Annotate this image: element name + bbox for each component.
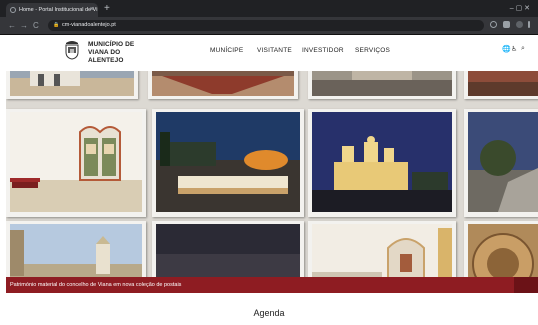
- nav-investidor[interactable]: INVESTIDOR: [302, 47, 344, 54]
- back-icon[interactable]: ←: [8, 17, 16, 34]
- postcard-image: [6, 71, 138, 99]
- more-menu-icon[interactable]: [528, 21, 530, 28]
- agenda-heading: Agenda: [253, 308, 285, 318]
- nav-municipe[interactable]: MUNÍCIPE: [210, 47, 243, 54]
- caption-bar-end: [514, 277, 538, 293]
- browser-address-bar: ← → C 🔒 cm-vianadoalentejo.pt: [0, 17, 538, 35]
- tab-close-icon[interactable]: ×: [90, 3, 94, 17]
- brand-line: ALENTEJO: [88, 57, 124, 64]
- caption-text[interactable]: Património material do concelho de Viana…: [10, 277, 181, 293]
- new-tab-button[interactable]: +: [104, 2, 110, 16]
- reload-icon[interactable]: C: [33, 17, 39, 34]
- postcard-image: [152, 109, 304, 217]
- brand-line: MUNICÍPIO DE: [88, 41, 135, 48]
- profile-avatar-icon[interactable]: [516, 21, 523, 28]
- site-header: MUNICÍPIO DE VIANA DO ALENTEJO MUNÍCIPE …: [0, 35, 538, 71]
- url-text: cm-vianadoalentejo.pt: [62, 22, 116, 28]
- lock-icon: 🔒: [53, 22, 60, 28]
- extension-icon[interactable]: [503, 21, 510, 28]
- postcard-image: [148, 71, 298, 99]
- star-icon[interactable]: [490, 21, 497, 28]
- nav-visitante[interactable]: VISITANTE: [257, 47, 292, 54]
- tab-title: Home - Portal Institucional de Vi: [19, 7, 98, 13]
- url-field[interactable]: 🔒 cm-vianadoalentejo.pt: [48, 20, 484, 31]
- postcard-image: [308, 71, 456, 99]
- postcard-image: [464, 109, 538, 217]
- brand-line: VIANA DO: [88, 49, 121, 56]
- accessibility-icon[interactable]: ♿: [511, 45, 517, 53]
- window-controls[interactable]: – ▢ ✕: [510, 2, 530, 16]
- globe-icon[interactable]: 🌐: [502, 45, 511, 53]
- postcard-image: [308, 109, 456, 217]
- browser-tab-bar: Home - Portal Institucional de Vi × + – …: [0, 0, 538, 17]
- search-icon[interactable]: ⌕: [521, 45, 525, 53]
- browser-tab[interactable]: Home - Portal Institucional de Vi ×: [6, 3, 98, 17]
- hero-banner[interactable]: [6, 71, 538, 293]
- forward-icon[interactable]: →: [20, 17, 28, 34]
- postcard-image: [6, 109, 146, 217]
- nav-servicos[interactable]: SERVIÇOS: [355, 47, 390, 54]
- municipality-crest-icon[interactable]: [63, 39, 81, 60]
- site-brand[interactable]: MUNICÍPIO DE VIANA DO ALENTEJO: [88, 41, 134, 65]
- tab-favicon-icon: [10, 7, 16, 13]
- hero-caption[interactable]: Património material do concelho de Viana…: [0, 277, 538, 293]
- postcard-image: [464, 71, 538, 99]
